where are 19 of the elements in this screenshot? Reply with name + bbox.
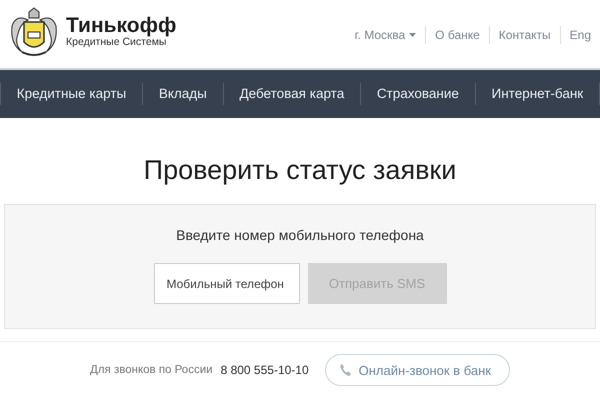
form-prompt: Введите номер мобильного телефона: [176, 226, 424, 246]
brand-tagline: Кредитные Системы: [66, 36, 166, 49]
top-link[interactable]: Eng: [560, 26, 600, 44]
nav-link[interactable]: Интернет-банк: [476, 84, 600, 104]
top-link[interactable]: О банке: [425, 26, 489, 44]
calls-label: Для звонков по России: [90, 362, 213, 378]
nav-link[interactable]: Кредитные карты: [1, 84, 142, 104]
nav-link[interactable]: Вклады: [143, 84, 223, 104]
brand-name: Тинькофф: [66, 15, 176, 36]
page-title: Проверить статус заявки: [142, 154, 458, 186]
phone-input-field[interactable]: Мобильный телефон: [154, 263, 300, 304]
nav-link[interactable]: Страхование: [361, 84, 475, 104]
online-call-button[interactable]: Онлайн-звонок в банк: [324, 354, 510, 386]
top-link[interactable]: г. Москва: [346, 26, 426, 44]
caret-icon: [409, 33, 416, 37]
nav-link[interactable]: Дебетовая карта: [224, 84, 360, 104]
phone-number: 8 800 555-10-10: [220, 362, 309, 380]
top-link[interactable]: Контакты: [488, 26, 560, 44]
phone-icon: [340, 364, 351, 376]
